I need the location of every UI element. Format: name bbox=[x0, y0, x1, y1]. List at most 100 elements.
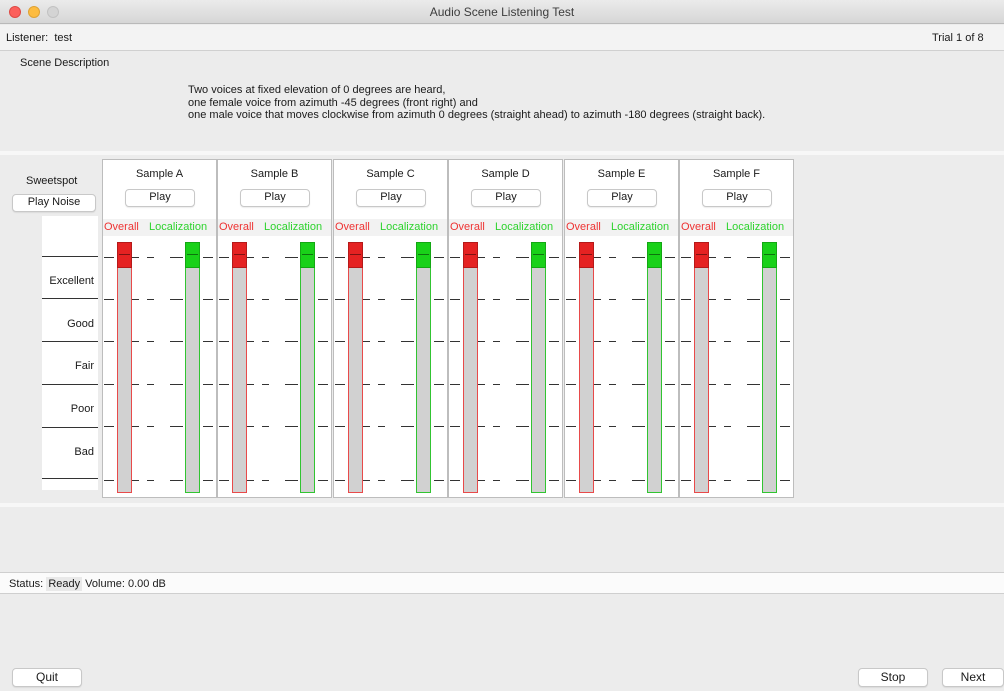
scale-tick bbox=[247, 426, 254, 427]
slider-handle[interactable] bbox=[185, 242, 200, 268]
scale-tick bbox=[378, 480, 385, 481]
next-button[interactable]: Next bbox=[942, 668, 1004, 687]
scale-tick bbox=[132, 257, 139, 258]
play-sample-button[interactable]: Play bbox=[125, 189, 195, 207]
scale-tick bbox=[681, 341, 691, 342]
scale-tick bbox=[363, 384, 370, 385]
play-sample-button[interactable]: Play bbox=[356, 189, 426, 207]
scale-tick bbox=[549, 480, 559, 481]
scale-tick bbox=[132, 341, 139, 342]
localization-slider[interactable] bbox=[416, 242, 431, 493]
scale-tick bbox=[493, 480, 500, 481]
scale-tick bbox=[285, 480, 298, 481]
slider-handle[interactable] bbox=[463, 242, 478, 268]
slider-handle[interactable] bbox=[531, 242, 546, 268]
scale-label-poor: Poor bbox=[70, 403, 94, 415]
slider-handle[interactable] bbox=[117, 242, 132, 268]
slider-grip bbox=[350, 254, 361, 255]
scale-tick bbox=[665, 341, 675, 342]
slider-handle[interactable] bbox=[416, 242, 431, 268]
slider-handle[interactable] bbox=[300, 242, 315, 268]
scale-tick bbox=[594, 257, 601, 258]
overall-label: Overall bbox=[566, 221, 601, 233]
scale-tick bbox=[147, 426, 154, 427]
play-sample-button[interactable]: Play bbox=[702, 189, 772, 207]
slider-grip bbox=[533, 254, 544, 255]
scale-tick bbox=[219, 257, 229, 258]
scale-tick bbox=[335, 384, 345, 385]
listener-name: test bbox=[54, 32, 73, 44]
slider-handle[interactable] bbox=[348, 242, 363, 268]
scale-tick bbox=[566, 341, 576, 342]
scale-tick bbox=[170, 341, 183, 342]
scale-tick bbox=[632, 257, 645, 258]
sample-title: Sample F bbox=[712, 168, 761, 180]
localization-slider[interactable] bbox=[531, 242, 546, 493]
localization-slider[interactable] bbox=[647, 242, 662, 493]
scale-tick bbox=[219, 299, 229, 300]
scale-tick bbox=[493, 384, 500, 385]
scale-tick bbox=[318, 341, 328, 342]
scale-tick bbox=[450, 257, 460, 258]
slider-handle[interactable] bbox=[694, 242, 709, 268]
scale-tick bbox=[219, 384, 229, 385]
slider-handle[interactable] bbox=[762, 242, 777, 268]
scale-tick bbox=[609, 384, 616, 385]
overall-slider[interactable] bbox=[694, 242, 709, 493]
scale-divider bbox=[42, 256, 98, 257]
scale-tick bbox=[780, 299, 790, 300]
status-bar: Status: Ready Volume: 0.00 dB bbox=[0, 572, 1004, 594]
overall-slider[interactable] bbox=[117, 242, 132, 493]
scale-tick bbox=[247, 341, 254, 342]
scale-tick bbox=[478, 426, 485, 427]
rating-category-row: Overall Localization bbox=[218, 219, 331, 236]
scale-tick bbox=[747, 480, 760, 481]
overall-slider[interactable] bbox=[232, 242, 247, 493]
scale-tick bbox=[203, 384, 213, 385]
overall-label: Overall bbox=[681, 221, 716, 233]
slider-handle[interactable] bbox=[647, 242, 662, 268]
scale-tick bbox=[335, 341, 345, 342]
scale-tick bbox=[147, 299, 154, 300]
localization-slider[interactable] bbox=[300, 242, 315, 493]
quit-button[interactable]: Quit bbox=[12, 668, 82, 687]
overall-slider[interactable] bbox=[579, 242, 594, 493]
scale-tick bbox=[170, 426, 183, 427]
scale-tick bbox=[516, 480, 529, 481]
play-sample-button[interactable]: Play bbox=[471, 189, 541, 207]
scale-tick bbox=[203, 257, 213, 258]
scale-label-bad: Bad bbox=[74, 446, 94, 458]
scale-tick bbox=[285, 341, 298, 342]
scale-tick bbox=[363, 480, 370, 481]
section-divider bbox=[0, 503, 1004, 507]
scale-tick bbox=[104, 299, 114, 300]
scale-tick bbox=[549, 257, 559, 258]
scale-tick bbox=[335, 257, 345, 258]
title-bar: Audio Scene Listening Test bbox=[0, 0, 1004, 24]
localization-slider[interactable] bbox=[762, 242, 777, 493]
scale-tick bbox=[594, 426, 601, 427]
sample-panel: Sample C Play Overall Localization bbox=[333, 159, 448, 498]
sample-panel: Sample B Play Overall Localization bbox=[217, 159, 332, 498]
slider-handle[interactable] bbox=[579, 242, 594, 268]
stop-button[interactable]: Stop bbox=[858, 668, 928, 687]
sample-panel: Sample E Play Overall Localization bbox=[564, 159, 679, 498]
play-sample-button[interactable]: Play bbox=[240, 189, 310, 207]
localization-slider[interactable] bbox=[185, 242, 200, 493]
overall-slider[interactable] bbox=[463, 242, 478, 493]
scale-tick bbox=[132, 426, 139, 427]
scale-tick bbox=[401, 299, 414, 300]
overall-slider[interactable] bbox=[348, 242, 363, 493]
scale-tick bbox=[262, 426, 269, 427]
scale-tick bbox=[681, 480, 691, 481]
scene-description-label: Scene Description bbox=[20, 57, 110, 69]
play-sample-button[interactable]: Play bbox=[587, 189, 657, 207]
slider-handle[interactable] bbox=[232, 242, 247, 268]
scale-tick bbox=[434, 341, 444, 342]
scale-tick bbox=[219, 341, 229, 342]
scale-tick bbox=[747, 384, 760, 385]
scale-tick bbox=[609, 257, 616, 258]
scale-tick bbox=[170, 299, 183, 300]
scale-tick bbox=[609, 299, 616, 300]
play-noise-button[interactable]: Play Noise bbox=[12, 194, 96, 212]
